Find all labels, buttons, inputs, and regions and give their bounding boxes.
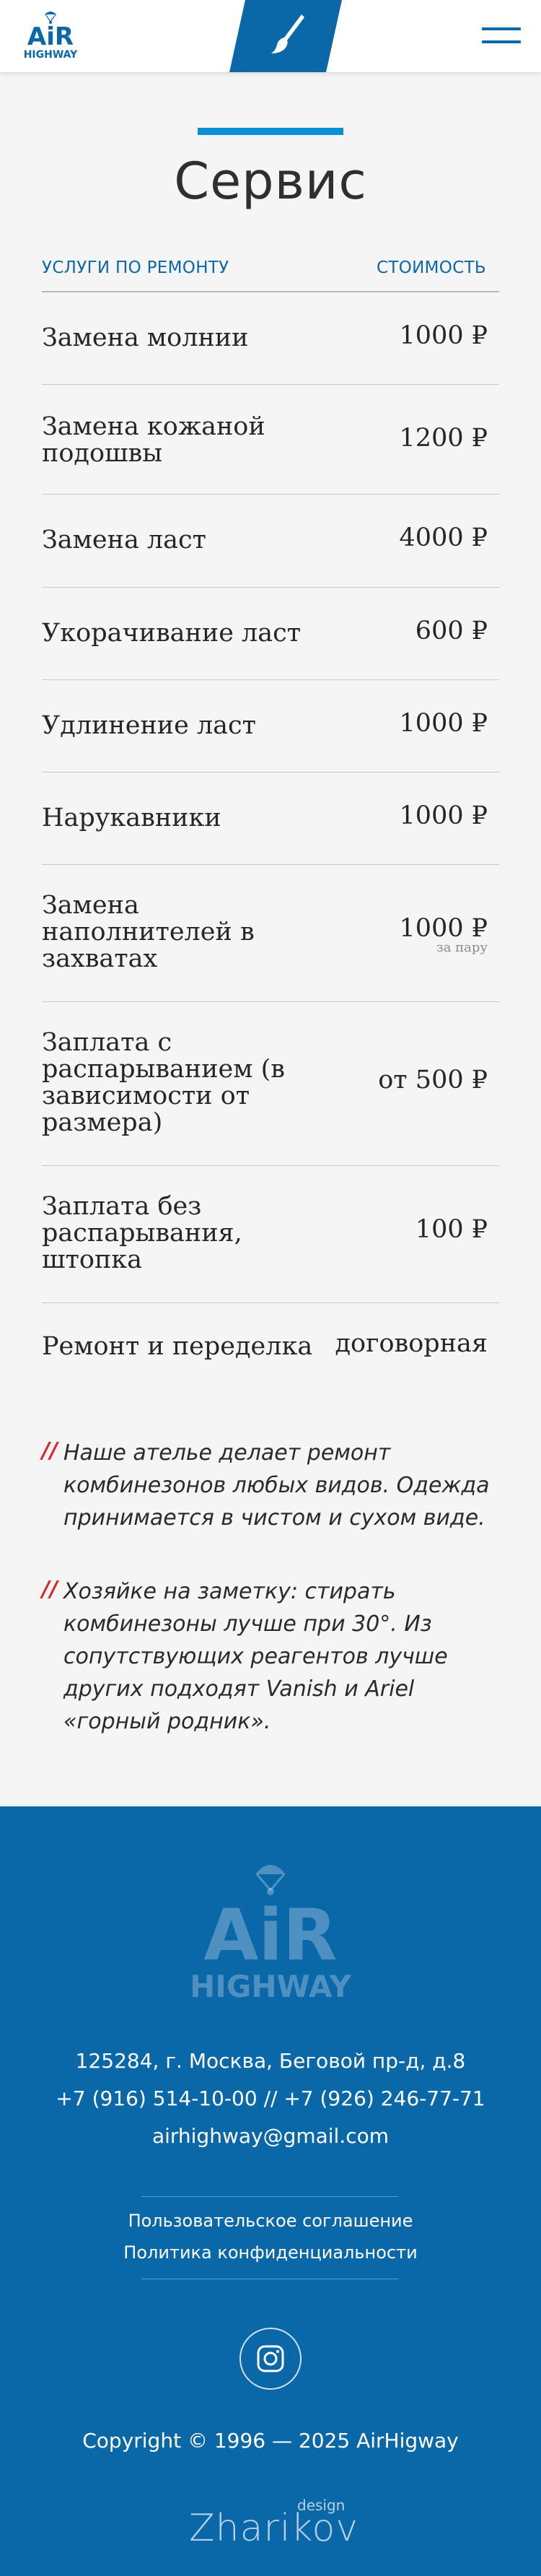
service-price: 100 ₽ xyxy=(415,1215,488,1244)
table-row: Укорачивание ласт 600 ₽ xyxy=(42,588,499,680)
hamburger-menu-icon[interactable] xyxy=(482,27,521,45)
service-price: 1200 ₽ xyxy=(399,424,488,453)
table-row: Замена наполнителей в захватах 1000 ₽ за… xyxy=(42,865,499,1002)
footer-email[interactable]: airhighway@gmail.com xyxy=(0,2124,541,2148)
table-row: Замена кожаной подошвы 1200 ₽ xyxy=(42,385,499,495)
designer-credit[interactable]: design Zharikov xyxy=(189,2497,358,2550)
table-row: Замена молнии 1000 ₽ xyxy=(42,292,499,385)
table-row: Заплата без распарывания, штопка 100 ₽ xyxy=(42,1166,499,1303)
service-price: 1000 ₽ xyxy=(399,709,488,738)
site-footer: AiR HIGHWAY 125284, г. Москва, Беговой п… xyxy=(0,1806,541,2576)
instagram-button[interactable] xyxy=(239,2328,302,2390)
site-header: AiR HIGHWAY xyxy=(0,0,541,72)
service-price: от 500 ₽ xyxy=(378,1066,488,1095)
price-note: за пару xyxy=(436,940,488,955)
title-accent-bar xyxy=(198,128,343,135)
service-name: Замена ласт xyxy=(42,526,206,554)
service-name: Замена наполнителей в захватах xyxy=(42,891,255,973)
page-title: Сервис xyxy=(174,152,367,211)
service-price: 600 ₽ xyxy=(415,617,488,645)
table-row: Удлинение ласт 1000 ₽ xyxy=(42,680,499,773)
user-agreement-link[interactable]: Пользовательское соглашение xyxy=(0,2211,541,2231)
service-name: Замена кожаной подошвы xyxy=(42,412,265,468)
instagram-icon xyxy=(257,2345,284,2372)
copyright: Copyright © 1996 — 2025 AirHigway xyxy=(82,2429,459,2453)
column-header-price: СТОИМОСТЬ xyxy=(377,258,486,277)
service-name: Заплата без распарывания, штопка xyxy=(42,1192,242,1274)
note-mark: // xyxy=(42,1577,58,1602)
note-text: Наше ателье делает ремонт комбинезонов л… xyxy=(63,1440,490,1531)
privacy-policy-link[interactable]: Политика конфиденциальности xyxy=(0,2242,541,2263)
service-name: Замена молнии xyxy=(42,323,249,352)
paintbrush-tab[interactable] xyxy=(229,0,342,72)
service-name: Ремонт и переделка xyxy=(42,1332,313,1361)
service-price: договорная xyxy=(335,1329,488,1358)
designer-name: Zharikov xyxy=(189,2507,359,2550)
table-row: Замена ласт 4000 ₽ xyxy=(42,495,499,588)
column-header-service: УСЛУГИ ПО РЕМОНТУ xyxy=(42,258,229,277)
table-row: Ремонт и переделка договорная xyxy=(42,1303,499,1397)
svg-text:HIGHWAY: HIGHWAY xyxy=(24,49,78,61)
svg-text:AiR: AiR xyxy=(204,1894,338,1977)
table-row: Нарукавники 1000 ₽ xyxy=(42,773,499,865)
footer-phones[interactable]: +7 (916) 514-10-00 // +7 (926) 246-77-71 xyxy=(0,2087,541,2110)
note-text: Хозяйке на заметку: стирать комбинезоны … xyxy=(63,1579,448,1734)
table-row: Заплата с распарыванием (в зависимости о… xyxy=(42,1002,499,1166)
service-name: Нарукавники xyxy=(42,804,221,832)
note-mark: // xyxy=(42,1438,58,1463)
service-name: Заплата с распарыванием (в зависимости о… xyxy=(42,1028,285,1137)
footer-logo[interactable]: AiR HIGHWAY xyxy=(189,1858,352,2003)
service-price: 1000 ₽ xyxy=(399,914,488,943)
service-price: 1000 ₽ xyxy=(399,321,488,350)
service-price: 4000 ₽ xyxy=(399,523,488,552)
air-highway-logo[interactable]: AiR HIGHWAY xyxy=(22,10,79,62)
footer-address: 125284, г. Москва, Беговой пр-д, д.8 xyxy=(75,2049,466,2073)
svg-text:AiR: AiR xyxy=(27,22,74,51)
service-price-table: Замена молнии 1000 ₽ Замена кожаной подо… xyxy=(42,292,499,1397)
svg-text:HIGHWAY: HIGHWAY xyxy=(190,1969,351,2003)
service-name: Укорачивание ласт xyxy=(42,619,302,648)
service-name: Удлинение ласт xyxy=(42,711,257,740)
footer-divider xyxy=(141,2196,398,2197)
service-price: 1000 ₽ xyxy=(399,801,488,830)
